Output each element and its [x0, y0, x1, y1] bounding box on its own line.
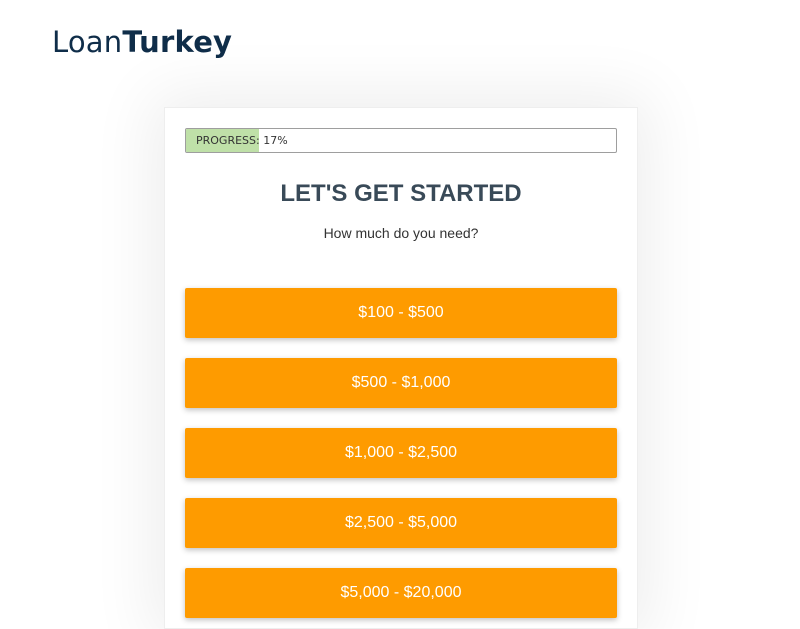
amount-options: $100 - $500 $500 - $1,000 $1,000 - $2,50… — [185, 288, 617, 618]
progress-value: 17% — [263, 134, 288, 147]
amount-option-100-500[interactable]: $100 - $500 — [185, 288, 617, 338]
question-text: How much do you need? — [323, 225, 479, 241]
progress-label: PROGRESS: — [196, 134, 260, 147]
progress-bar: PROGRESS: 17% — [185, 128, 617, 153]
logo-text-loan: Loan — [52, 25, 123, 59]
amount-option-1000-2500[interactable]: $1,000 - $2,500 — [185, 428, 617, 478]
amount-option-500-1000[interactable]: $500 - $1,000 — [185, 358, 617, 408]
logo[interactable]: LoanTurkey — [52, 25, 232, 59]
amount-option-2500-5000[interactable]: $2,500 - $5,000 — [185, 498, 617, 548]
site-header: LoanTurkey — [52, 20, 232, 64]
logo-text-turkey: Turkey — [122, 25, 233, 59]
amount-option-5000-20000[interactable]: $5,000 - $20,000 — [185, 568, 617, 618]
page-title: LET'S GET STARTED — [280, 180, 522, 207]
progress-text: PROGRESS: 17% — [196, 129, 288, 152]
form-card: PROGRESS: 17% LET'S GET STARTED How much… — [164, 107, 638, 629]
